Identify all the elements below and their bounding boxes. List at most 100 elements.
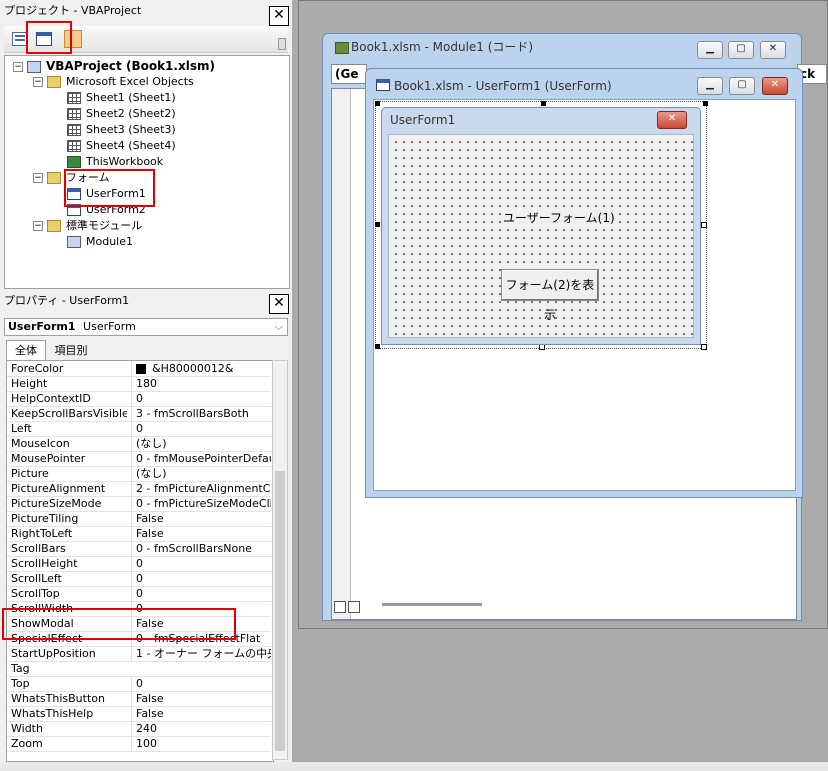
tree-item[interactable]: Sheet4 (Sheet4) xyxy=(53,138,176,154)
property-value[interactable]: 0 xyxy=(131,421,271,436)
code-maximize-button[interactable]: ▢ xyxy=(728,41,754,59)
property-name: StartUpPosition xyxy=(11,647,96,660)
highlight-showmodal-box xyxy=(2,608,236,640)
module-view-icon[interactable] xyxy=(348,601,360,613)
property-row[interactable]: Tag xyxy=(7,661,271,677)
property-row[interactable]: Height 180 xyxy=(7,376,271,392)
userform1[interactable]: UserForm1 ✕ ユーザーフォーム(1) フォーム(2)を表示 xyxy=(381,107,701,345)
property-row[interactable]: RightToLeft False xyxy=(7,526,271,542)
property-row[interactable]: MousePointer 0 - fmMousePointerDefault xyxy=(7,451,271,467)
property-row[interactable]: ScrollHeight 0 xyxy=(7,556,271,572)
property-row[interactable]: Picture (なし) xyxy=(7,466,271,482)
tab-categorized[interactable]: 項目別 xyxy=(48,342,94,360)
resize-handle[interactable] xyxy=(701,344,707,350)
property-value[interactable]: False xyxy=(131,706,271,721)
resize-handle[interactable] xyxy=(375,222,380,227)
vbaproject-icon xyxy=(27,61,41,73)
property-row[interactable]: Left 0 xyxy=(7,421,271,437)
property-value[interactable]: 2 - fmPictureAlignmentCenter xyxy=(131,481,271,496)
property-row[interactable]: PictureTiling False xyxy=(7,511,271,527)
property-name: ScrollTop xyxy=(11,587,60,600)
collapse-icon[interactable]: − xyxy=(33,77,43,87)
property-value[interactable]: 1 - オーナー フォームの中央 xyxy=(131,646,271,661)
tree-item[interactable]: − 標準モジュール xyxy=(33,218,142,234)
project-pane-close-button[interactable]: ✕ xyxy=(269,6,289,26)
property-row[interactable]: Zoom 100 xyxy=(7,736,271,752)
object-selector[interactable]: UserForm1 UserForm ⌵ xyxy=(4,318,288,336)
property-value[interactable]: 0 xyxy=(131,571,271,586)
resize-handle[interactable] xyxy=(703,101,708,106)
tree-item[interactable]: ThisWorkbook xyxy=(53,154,163,170)
property-row[interactable]: StartUpPosition 1 - オーナー フォームの中央 xyxy=(7,646,271,662)
resize-handle[interactable] xyxy=(375,344,380,349)
collapse-icon[interactable]: − xyxy=(33,173,43,183)
tab-alphabetic[interactable]: 全体 xyxy=(6,340,46,361)
property-name: MousePointer xyxy=(11,452,86,465)
property-value[interactable]: (なし) xyxy=(131,466,271,481)
code-combo-left[interactable]: (Ge xyxy=(331,64,367,84)
property-row[interactable]: HelpContextID 0 xyxy=(7,391,271,407)
property-value[interactable]: 0 - fmMousePointerDefault xyxy=(131,451,271,466)
chevron-down-icon[interactable]: ⌵ xyxy=(275,319,283,335)
property-value[interactable]: 240 xyxy=(131,721,271,736)
property-value[interactable]: 180 xyxy=(131,376,271,391)
status-strip xyxy=(0,762,828,771)
resize-handle[interactable] xyxy=(375,101,380,106)
property-value[interactable]: (なし) xyxy=(131,436,271,451)
code-close-button[interactable]: ✕ xyxy=(760,41,786,59)
toolbar-overflow-icon[interactable] xyxy=(278,38,286,50)
property-row[interactable]: WhatsThisButton False xyxy=(7,691,271,707)
property-value[interactable]: 3 - fmScrollBarsBoth xyxy=(131,406,271,421)
properties-scrollbar[interactable] xyxy=(272,360,288,760)
property-value[interactable]: False xyxy=(131,511,271,526)
property-value[interactable]: 0 xyxy=(131,676,271,691)
collapse-icon[interactable]: − xyxy=(33,221,43,231)
tree-item-label: Sheet2 (Sheet2) xyxy=(86,107,176,120)
property-value[interactable]: 0 xyxy=(131,391,271,406)
property-row[interactable]: ScrollBars 0 - fmScrollBarsNone xyxy=(7,541,271,557)
property-value[interactable]: 0 xyxy=(131,556,271,571)
tree-item[interactable]: Sheet2 (Sheet2) xyxy=(53,106,176,122)
resize-handle[interactable] xyxy=(701,222,707,228)
property-value[interactable]: 0 xyxy=(131,586,271,601)
highlight-toolbar-box xyxy=(26,21,72,54)
property-value[interactable]: False xyxy=(131,526,271,541)
properties-pane-close-button[interactable]: ✕ xyxy=(269,294,289,314)
property-row[interactable]: ScrollTop 0 xyxy=(7,586,271,602)
property-row[interactable]: WhatsThisHelp False xyxy=(7,706,271,722)
tree-item-label: Sheet4 (Sheet4) xyxy=(86,139,176,152)
property-value[interactable]: &H80000012& xyxy=(131,361,271,376)
property-value[interactable]: 100 xyxy=(131,736,271,751)
userform-close-button[interactable]: ✕ xyxy=(657,111,687,129)
tree-item[interactable]: − VBAProject (Book1.xlsm) xyxy=(13,58,215,74)
userform-client-area[interactable]: ユーザーフォーム(1) フォーム(2)を表示 xyxy=(388,134,694,338)
code-minimize-button[interactable]: ▁ xyxy=(697,41,723,59)
tree-line xyxy=(53,189,63,199)
userform-label[interactable]: ユーザーフォーム(1) xyxy=(501,209,617,226)
designer-minimize-button[interactable]: ▁ xyxy=(697,77,723,95)
property-row[interactable]: PictureSizeMode 0 - fmPictureSizeModeClip xyxy=(7,496,271,512)
property-row[interactable]: KeepScrollBarsVisible 3 - fmScrollBarsBot… xyxy=(7,406,271,422)
property-row[interactable]: MouseIcon (なし) xyxy=(7,436,271,452)
property-row[interactable]: ScrollLeft 0 xyxy=(7,571,271,587)
tree-item[interactable]: Sheet3 (Sheet3) xyxy=(53,122,176,138)
designer-close-button[interactable]: ✕ xyxy=(762,77,788,95)
designer-maximize-button[interactable]: ▢ xyxy=(729,77,755,95)
folder-icon xyxy=(47,172,61,184)
property-value[interactable]: False xyxy=(131,691,271,706)
property-value[interactable]: 0 - fmScrollBarsNone xyxy=(131,541,271,556)
collapse-icon[interactable]: − xyxy=(13,62,23,72)
tree-item[interactable]: − Microsoft Excel Objects xyxy=(33,74,194,90)
property-value[interactable]: 0 - fmPictureSizeModeClip xyxy=(131,496,271,511)
object-type: UserForm xyxy=(83,320,136,333)
property-row[interactable]: PictureAlignment 2 - fmPictureAlignmentCe… xyxy=(7,481,271,497)
show-form2-button[interactable]: フォーム(2)を表示 xyxy=(501,269,599,322)
property-row[interactable]: Width 240 xyxy=(7,721,271,737)
property-row[interactable]: Top 0 xyxy=(7,676,271,692)
tree-item[interactable]: Module1 xyxy=(53,234,133,250)
tree-item[interactable]: Sheet1 (Sheet1) xyxy=(53,90,176,106)
property-row[interactable]: ForeColor &H80000012& xyxy=(7,361,271,377)
code-hscrollbar[interactable] xyxy=(382,603,482,606)
procedure-view-icon[interactable] xyxy=(334,601,346,613)
resize-handle[interactable] xyxy=(541,101,546,106)
